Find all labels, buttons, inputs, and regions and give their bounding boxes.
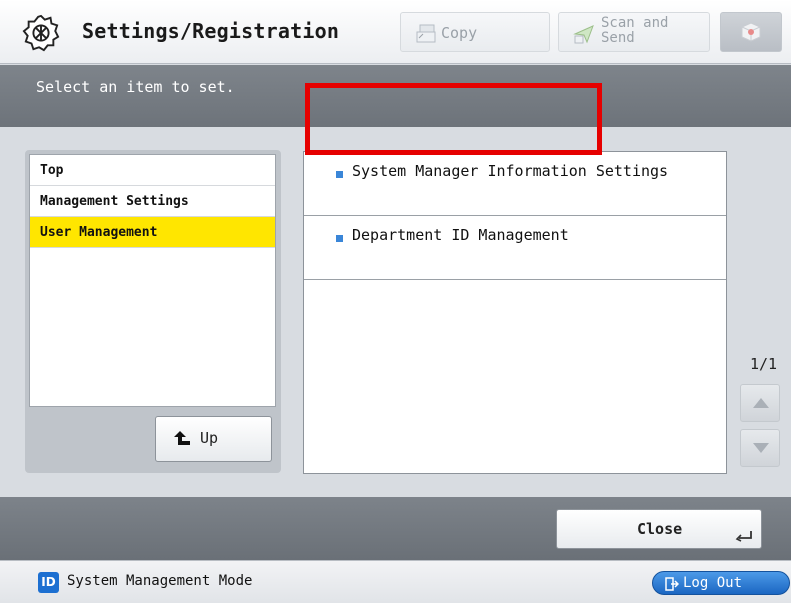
- list-item-department-id-management[interactable]: Department ID Management: [304, 216, 726, 280]
- main-area: Top Management Settings User Management …: [0, 127, 791, 497]
- list-item-label: System Manager Information Settings: [352, 162, 669, 180]
- menu-tree: Top Management Settings User Management: [29, 154, 276, 407]
- bullet-icon: [336, 171, 343, 178]
- up-arrow-icon: [174, 431, 190, 445]
- page-indicator: 1/1: [750, 355, 778, 373]
- scroll-up-button[interactable]: [740, 384, 780, 422]
- up-button[interactable]: Up: [155, 416, 272, 462]
- settings-registration-icon: [22, 14, 60, 52]
- scan-send-icon: [573, 25, 594, 44]
- up-label: Up: [200, 429, 219, 447]
- mode-status-text: System Management Mode: [67, 573, 253, 589]
- scroll-down-button[interactable]: [740, 429, 780, 467]
- scan-and-send-function-button[interactable]: Scan and Send: [558, 12, 710, 52]
- instruction-text: Select an item to set.: [36, 78, 235, 96]
- scan-and-send-label: Scan and Send: [601, 15, 669, 46]
- bullet-icon: [336, 235, 343, 242]
- copy-label: Copy: [441, 24, 478, 42]
- list-item-system-manager-information-settings[interactable]: System Manager Information Settings: [304, 152, 726, 216]
- logout-label: Log Out: [683, 575, 743, 591]
- list-item-label: Department ID Management: [352, 226, 569, 244]
- tree-item-management-settings[interactable]: Management Settings: [30, 186, 275, 217]
- copy-icon: [416, 24, 436, 43]
- logout-button[interactable]: Log Out: [652, 571, 790, 595]
- enter-icon: [735, 531, 752, 542]
- box-icon: [741, 22, 761, 42]
- settings-list: System Manager Information Settings Depa…: [303, 151, 727, 474]
- triangle-up-icon: [753, 398, 769, 408]
- close-label: Close: [637, 520, 683, 538]
- title-bar: Settings/Registration Copy Scan and Send: [0, 0, 791, 64]
- status-bar: ID System Management Mode Log Out: [0, 560, 791, 603]
- page-title: Settings/Registration: [82, 19, 340, 43]
- menu-tree-panel: Top Management Settings User Management …: [25, 150, 281, 473]
- close-button[interactable]: Close: [556, 509, 762, 549]
- tree-item-user-management[interactable]: User Management: [30, 217, 275, 248]
- tree-item-top[interactable]: Top: [30, 155, 275, 186]
- triangle-down-icon: [753, 443, 769, 453]
- instruction-bar: Select an item to set.: [0, 65, 791, 127]
- copy-function-button[interactable]: Copy: [400, 12, 550, 52]
- logout-icon: [665, 577, 679, 591]
- box-function-button[interactable]: [720, 12, 782, 52]
- id-icon: ID: [38, 572, 59, 593]
- action-bar: Close: [0, 497, 791, 560]
